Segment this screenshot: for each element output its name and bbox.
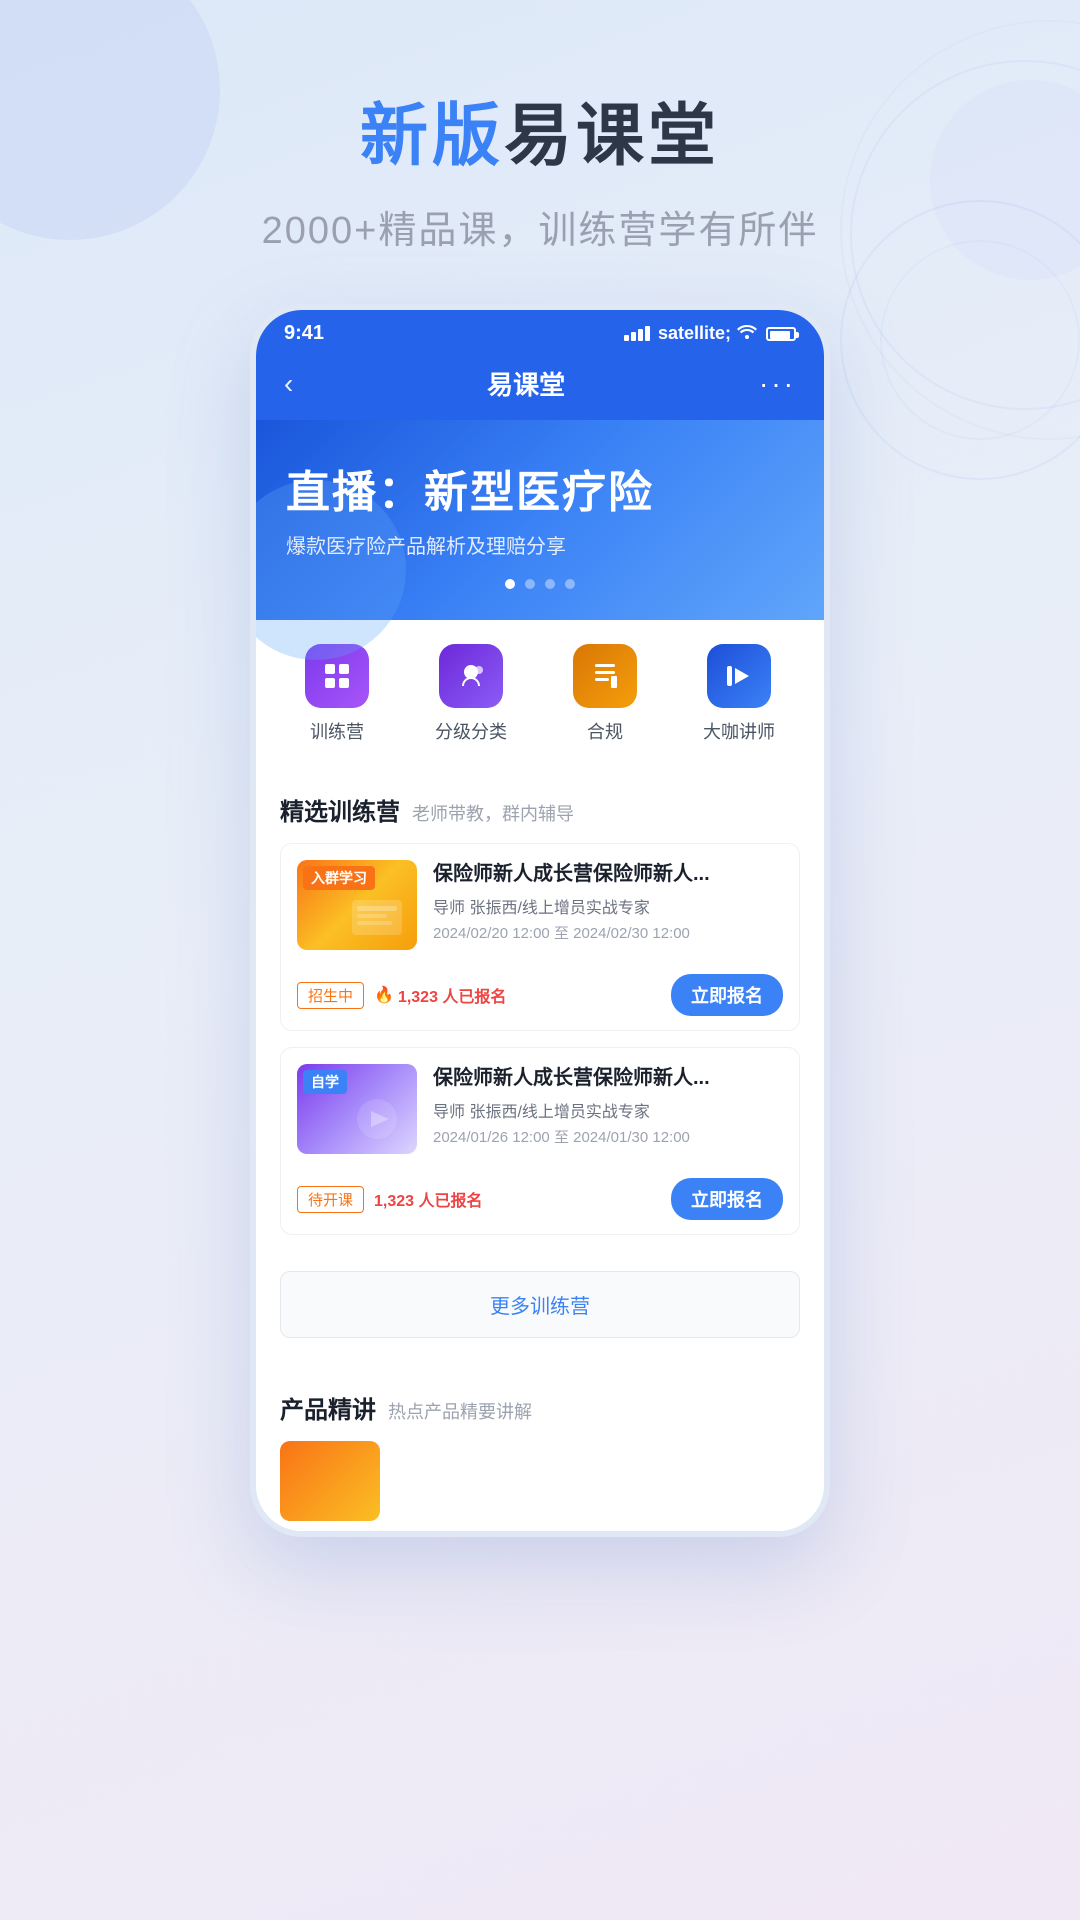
course-name-1: 保险师新人成长营保险师新人... xyxy=(433,860,783,888)
product-section: 产品精讲 热点产品精要讲解 xyxy=(256,1370,824,1531)
course-thumb-1: 入群学习 xyxy=(297,860,417,950)
section-header-featured: 精选训练营 老师带教，群内辅导 xyxy=(280,792,800,827)
featured-subtitle: 老师带教，群内辅导 xyxy=(412,800,574,826)
more-btn-wrapper: 更多训练营 xyxy=(256,1271,824,1358)
nav-label-training: 训练营 xyxy=(310,718,364,744)
status-icons: satellite; xyxy=(624,323,796,344)
tag-recruiting-1: 招生中 xyxy=(297,982,364,1009)
dot-1 xyxy=(505,579,515,589)
status-bar: 9:41 satellite; xyxy=(256,310,824,353)
course-card-1[interactable]: 入群学习 保险师新人成长营保险师新人... 导师 张振西/线上增员实战专家 20… xyxy=(280,843,800,1031)
banner-title: 直播：新型医疗险 xyxy=(286,456,794,520)
phone-wrapper: 9:41 satellite; xyxy=(0,304,1080,1537)
phone-mockup: 9:41 satellite; xyxy=(250,304,830,1537)
signal-bars-icon xyxy=(624,326,650,341)
status-tags-1: 招生中 🔥 1,323 人已报名 xyxy=(297,982,506,1009)
featured-section: 精选训练营 老师带教，群内辅导 入群学习 xyxy=(256,772,824,1271)
page-title: 新版易课堂 xyxy=(0,80,1080,179)
nav-label-compliance: 合规 xyxy=(587,718,623,744)
section-header-product: 产品精讲 热点产品精要讲解 xyxy=(280,1390,800,1425)
banner[interactable]: 直播：新型医疗险 爆款医疗险产品解析及理赔分享 xyxy=(256,420,824,620)
nav-title: 易课堂 xyxy=(487,365,565,402)
nav-label-grading: 分级分类 xyxy=(435,718,507,744)
title-normal: 易课堂 xyxy=(504,98,720,174)
status-time: 9:41 xyxy=(284,322,324,345)
back-button[interactable]: ‹ xyxy=(284,368,293,400)
course-date-1: 2024/02/20 12:00 至 2024/02/30 12:00 xyxy=(433,922,783,943)
product-preview xyxy=(280,1441,800,1521)
course-card-1-top: 入群学习 保险师新人成长营保险师新人... 导师 张振西/线上增员实战专家 20… xyxy=(281,844,799,966)
dot-4 xyxy=(565,579,575,589)
product-title: 产品精讲 xyxy=(280,1390,376,1425)
wifi-icon: satellite; xyxy=(658,323,758,344)
status-tags-2: 待开课 1,323 人已报名 xyxy=(297,1186,483,1213)
more-camps-button[interactable]: 更多训练营 xyxy=(280,1271,800,1338)
enrolled-count-2: 1,323 人已报名 xyxy=(374,1187,483,1211)
banner-subtitle: 爆款医疗险产品解析及理赔分享 xyxy=(286,530,794,559)
course-teacher-1: 导师 张振西/线上增员实战专家 xyxy=(433,894,783,918)
compliance-icon xyxy=(573,644,637,708)
nav-bar: ‹ 易课堂 ··· xyxy=(256,353,824,420)
dot-3 xyxy=(545,579,555,589)
lecturer-icon xyxy=(707,644,771,708)
course-date-2: 2024/01/26 12:00 至 2024/01/30 12:00 xyxy=(433,1126,783,1147)
course-thumb-2: 自学 xyxy=(297,1064,417,1154)
course-card-2-bottom: 待开课 1,323 人已报名 立即报名 xyxy=(281,1170,799,1234)
course-name-2: 保险师新人成长营保险师新人... xyxy=(433,1064,783,1092)
dot-2 xyxy=(525,579,535,589)
nav-label-lecturer: 大咖讲师 xyxy=(703,718,775,744)
course-teacher-2: 导师 张振西/线上增员实战专家 xyxy=(433,1098,783,1122)
course-card-2-top: 自学 保险师新人成长营保险师新人... 导师 张振西/线上增员实战专家 2024… xyxy=(281,1048,799,1170)
register-button-1[interactable]: 立即报名 xyxy=(671,974,783,1016)
course-info-1: 保险师新人成长营保险师新人... 导师 张振西/线上增员实战专家 2024/02… xyxy=(433,860,783,950)
fire-icon-1: 🔥 xyxy=(374,985,394,1005)
battery-icon xyxy=(766,327,796,341)
title-highlight: 新版 xyxy=(360,98,504,174)
more-button[interactable]: ··· xyxy=(759,368,796,400)
page-subtitle: 2000+精品课，训练营学有所伴 xyxy=(0,199,1080,254)
grading-icon xyxy=(439,644,503,708)
nav-item-compliance[interactable]: 合规 xyxy=(573,644,637,744)
page-header: 新版易课堂 2000+精品课，训练营学有所伴 xyxy=(0,0,1080,304)
nav-item-lecturer[interactable]: 大咖讲师 xyxy=(703,644,775,744)
featured-title: 精选训练营 xyxy=(280,792,400,827)
course-card-1-bottom: 招生中 🔥 1,323 人已报名 立即报名 xyxy=(281,966,799,1030)
register-button-2[interactable]: 立即报名 xyxy=(671,1178,783,1220)
nav-item-grading[interactable]: 分级分类 xyxy=(435,644,507,744)
product-subtitle: 热点产品精要讲解 xyxy=(388,1398,532,1424)
course-card-2[interactable]: 自学 保险师新人成长营保险师新人... 导师 张振西/线上增员实战专家 2024… xyxy=(280,1047,800,1235)
course-info-2: 保险师新人成长营保险师新人... 导师 张振西/线上增员实战专家 2024/01… xyxy=(433,1064,783,1154)
tag-pending-2: 待开课 xyxy=(297,1186,364,1213)
product-thumb-1 xyxy=(280,1441,380,1521)
enrolled-count-1: 🔥 1,323 人已报名 xyxy=(374,983,506,1007)
